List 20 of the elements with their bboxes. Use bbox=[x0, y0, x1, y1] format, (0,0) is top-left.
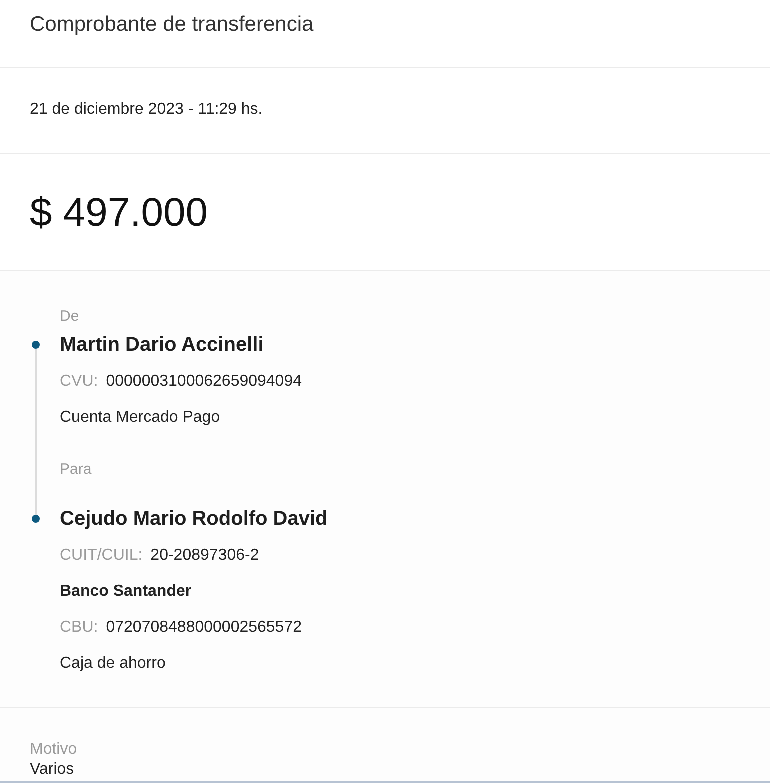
field-value: 0720708488000002565572 bbox=[106, 618, 302, 638]
party-name: Cejudo Mario Rodolfo David bbox=[60, 507, 328, 532]
field-label: Motivo bbox=[30, 740, 78, 760]
timeline-dot-icon bbox=[32, 341, 40, 349]
field-label: CBU: bbox=[60, 618, 98, 638]
section-label: Para bbox=[60, 460, 92, 480]
field-label: CVU: bbox=[60, 372, 98, 392]
field-value: 20-20897306-2 bbox=[150, 546, 260, 566]
timeline-dot-icon bbox=[32, 515, 40, 523]
section-label: De bbox=[60, 307, 80, 327]
date-text: 21 de diciembre 2023 - 11:29 hs. bbox=[30, 100, 263, 120]
bank-name: Banco Santander bbox=[60, 582, 192, 602]
field-value: 0000003100062659094094 bbox=[106, 372, 302, 392]
party-name: Martin Dario Accinelli bbox=[60, 333, 264, 358]
account-type: Cuenta Mercado Pago bbox=[60, 408, 220, 428]
account-type: Caja de ahorro bbox=[60, 654, 166, 674]
amount-text: $ 497.000 bbox=[30, 190, 208, 237]
field-label: CUIT/CUIL: bbox=[60, 546, 143, 566]
field-value: Varios bbox=[30, 760, 74, 780]
page-title: Comprobante de transferencia bbox=[30, 12, 314, 38]
